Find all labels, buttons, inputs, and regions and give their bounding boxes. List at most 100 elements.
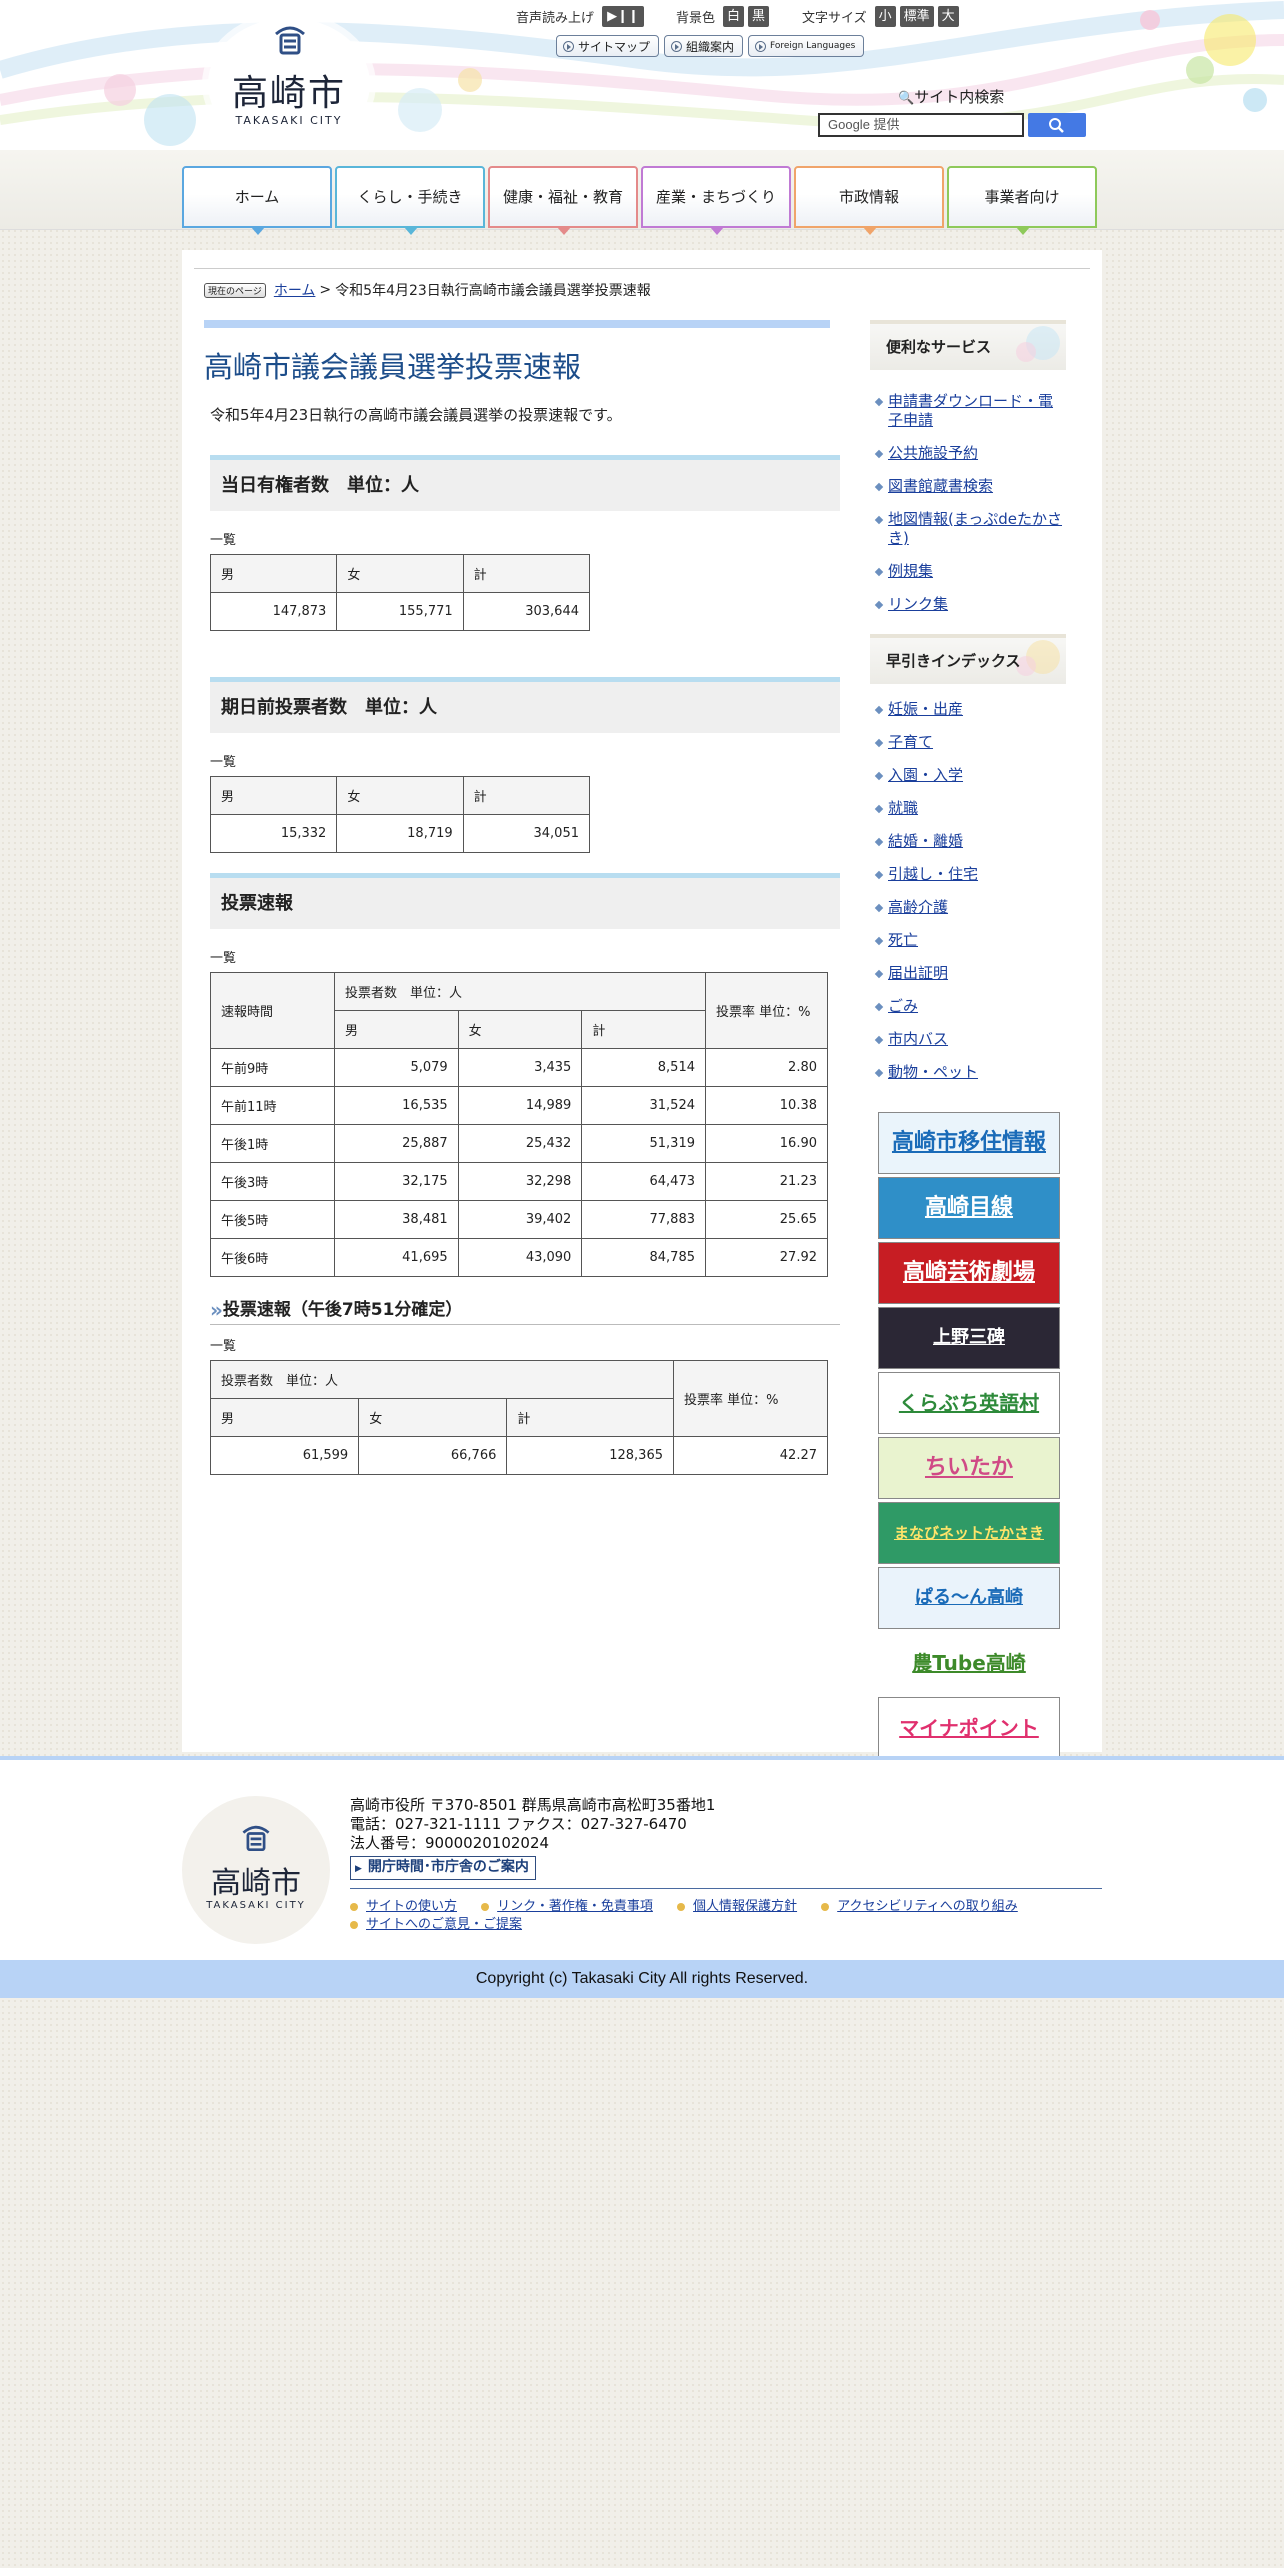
index-link[interactable]: 高齢介護	[888, 898, 948, 916]
search-button[interactable]	[1028, 113, 1086, 137]
banner-migration[interactable]: 高崎市移住情報	[878, 1112, 1060, 1174]
header-male: 男	[334, 1010, 459, 1049]
banner-english-village[interactable]: くらぶち英語村	[878, 1372, 1060, 1434]
font-large-button[interactable]: 大	[937, 6, 959, 27]
footer-link-feedback[interactable]: サイトへのご意見・ご提案	[350, 1917, 522, 1932]
nav-home[interactable]: ホーム	[182, 166, 332, 235]
banner-takasaki-meisen[interactable]: 高崎目線	[878, 1177, 1060, 1239]
index-link[interactable]: 入園・入学	[888, 766, 963, 784]
cell-rate: 16.90	[705, 1124, 828, 1163]
services-title: 便利なサービス	[886, 338, 992, 356]
list-item: 動物・ペット	[876, 1063, 1066, 1082]
cell-female: 32,298	[457, 1162, 583, 1201]
footer-link-copyright[interactable]: リンク・著作権・免責事項	[481, 1899, 653, 1914]
header-female: 女	[336, 776, 464, 815]
cell-female: 3,435	[457, 1048, 583, 1087]
banner-chiitaka[interactable]: ちいたか	[878, 1437, 1060, 1499]
font-small-button[interactable]: 小	[874, 6, 896, 27]
banner-mynapoint[interactable]: マイナポイント	[878, 1697, 1060, 1759]
table-row: 午後1時 25,887 25,432 51,319 16.90	[210, 1124, 828, 1163]
index-list: 妊娠・出産 子育て 入園・入学 就職 結婚・離婚 引越し・住宅 高齢介護 死亡 …	[870, 684, 1066, 1082]
site-logo[interactable]: 高崎市 TAKASAKI CITY	[208, 18, 370, 150]
cell-female: 66,766	[358, 1436, 508, 1475]
search-placeholder: Google 提供	[828, 117, 900, 132]
index-link[interactable]: 結婚・離婚	[888, 832, 963, 850]
index-link[interactable]: ごみ	[888, 997, 918, 1015]
font-size: 文字サイズ 小 標準 大	[802, 6, 959, 27]
value-male: 15,332	[209, 814, 338, 853]
section-heading-turnout-report: 投票速報	[210, 873, 840, 929]
bg-label: 背景色	[676, 11, 716, 26]
service-link[interactable]: 図書館蔵書検索	[888, 477, 993, 495]
index-link[interactable]: 引越し・住宅	[888, 865, 978, 883]
sitemap-label: サイトマップ	[578, 39, 651, 54]
banner-manabi-net[interactable]: まなびネットたかさき	[878, 1502, 1060, 1564]
arrow-circle-icon	[563, 40, 574, 52]
nav-health[interactable]: 健康・福祉・教育	[488, 166, 638, 235]
banner-paroon[interactable]: ぱる～ん高崎	[878, 1567, 1060, 1629]
search-icon: 🔍	[898, 91, 915, 106]
cell-time: 午後3時	[210, 1162, 335, 1201]
city-emblem-icon	[242, 1825, 270, 1852]
list-item: 結婚・離婚	[876, 832, 1066, 851]
site-search-label: サイト内検索	[914, 88, 1005, 106]
foreign-label: Foreign Languages	[770, 41, 856, 51]
eligible-voters-table: 男 女 計 147,873 155,771 303,644	[209, 554, 591, 631]
voice-play-button[interactable]: ▶❙❙	[602, 6, 645, 27]
index-link[interactable]: 子育て	[888, 733, 933, 751]
service-link[interactable]: 公共施設予約	[888, 444, 978, 462]
header-rate: 投票率 単位：%	[705, 972, 828, 1049]
nav-city-info[interactable]: 市政情報	[794, 166, 944, 235]
nav-living[interactable]: くらし・手続き	[335, 166, 485, 235]
table-row: 午後3時 32,175 32,298 64,473 21.23	[210, 1162, 828, 1201]
index-link[interactable]: 届出証明	[888, 964, 948, 982]
content-wrapper: 現在のページ ホーム > 令和5年4月23日執行高崎市議会議員選挙投票速報 高崎…	[182, 250, 1102, 1759]
banner-no-tube[interactable]: 農Tube高崎	[878, 1632, 1060, 1694]
sitemap-button[interactable]: サイトマップ	[556, 35, 660, 57]
banner-theatre[interactable]: 高崎芸術劇場	[878, 1242, 1060, 1304]
bg-white-button[interactable]: 白	[723, 6, 745, 27]
search-input[interactable]: Google 提供	[818, 113, 1024, 137]
table-row: 午前9時 5,079 3,435 8,514 2.80	[210, 1048, 828, 1087]
section-heading-final-result: » 投票速報（午後7時51分確定）	[210, 1295, 840, 1325]
font-standard-button[interactable]: 標準	[899, 6, 934, 27]
table-row: 61,599 66,766 128,365 42.27	[209, 1436, 828, 1475]
office-hours-button[interactable]: 開庁時間･市庁舎のご案内	[350, 1856, 536, 1880]
list-item: ごみ	[876, 997, 1066, 1016]
service-link[interactable]: 申請書ダウンロード・電子申請	[888, 392, 1053, 429]
list-item: 例規集	[876, 562, 1066, 581]
service-link[interactable]: 例規集	[888, 562, 933, 580]
section-heading-early-voting: 期日前投票者数 単位：人	[210, 677, 840, 733]
breadcrumb-home-link[interactable]: ホーム	[274, 280, 316, 300]
index-link[interactable]: 動物・ペット	[888, 1063, 978, 1081]
header-rate: 投票率 単位：%	[673, 1360, 828, 1437]
footer-link-accessibility[interactable]: アクセシビリティへの取り組み	[821, 1899, 1018, 1914]
table-row: 投票者数 単位：人 投票率 単位：%	[210, 1360, 828, 1437]
footer-link-privacy[interactable]: 個人情報保護方針	[677, 1899, 797, 1914]
index-link[interactable]: 妊娠・出産	[888, 700, 963, 718]
logo-en: TAKASAKI CITY	[235, 114, 343, 127]
list-item: 入園・入学	[876, 766, 1066, 785]
nav-business[interactable]: 事業者向け	[947, 166, 1097, 235]
cell-male: 38,481	[334, 1200, 459, 1239]
bg-black-button[interactable]: 黒	[748, 6, 770, 27]
cell-total: 77,883	[581, 1200, 706, 1239]
foreign-languages-button[interactable]: Foreign Languages	[748, 35, 865, 57]
cell-rate: 25.65	[705, 1200, 828, 1239]
voice-label: 音声読み上げ	[516, 11, 595, 26]
table-row: 男 女 計	[209, 554, 591, 593]
table-row: 男 女 計	[209, 776, 591, 815]
double-chevron-icon: »	[210, 1297, 223, 1322]
list-item: 届出証明	[876, 964, 1066, 983]
index-link[interactable]: 市内バス	[888, 1030, 948, 1048]
org-button[interactable]: 組織案内	[664, 35, 744, 57]
breadcrumb-current: 令和5年4月23日執行高崎市議会議員選挙投票速報	[335, 283, 651, 299]
banner-kozuke-sanpi[interactable]: 上野三碑	[878, 1307, 1060, 1369]
service-link[interactable]: リンク集	[888, 595, 948, 613]
footer-link-usage[interactable]: サイトの使い方	[350, 1899, 457, 1914]
service-link[interactable]: 地図情報(まっぷdeたかさき)	[888, 510, 1062, 547]
index-link[interactable]: 死亡	[888, 931, 918, 949]
nav-industry[interactable]: 産業・まちづくり	[641, 166, 791, 235]
cell-female: 25,432	[457, 1124, 583, 1163]
index-link[interactable]: 就職	[888, 799, 918, 817]
